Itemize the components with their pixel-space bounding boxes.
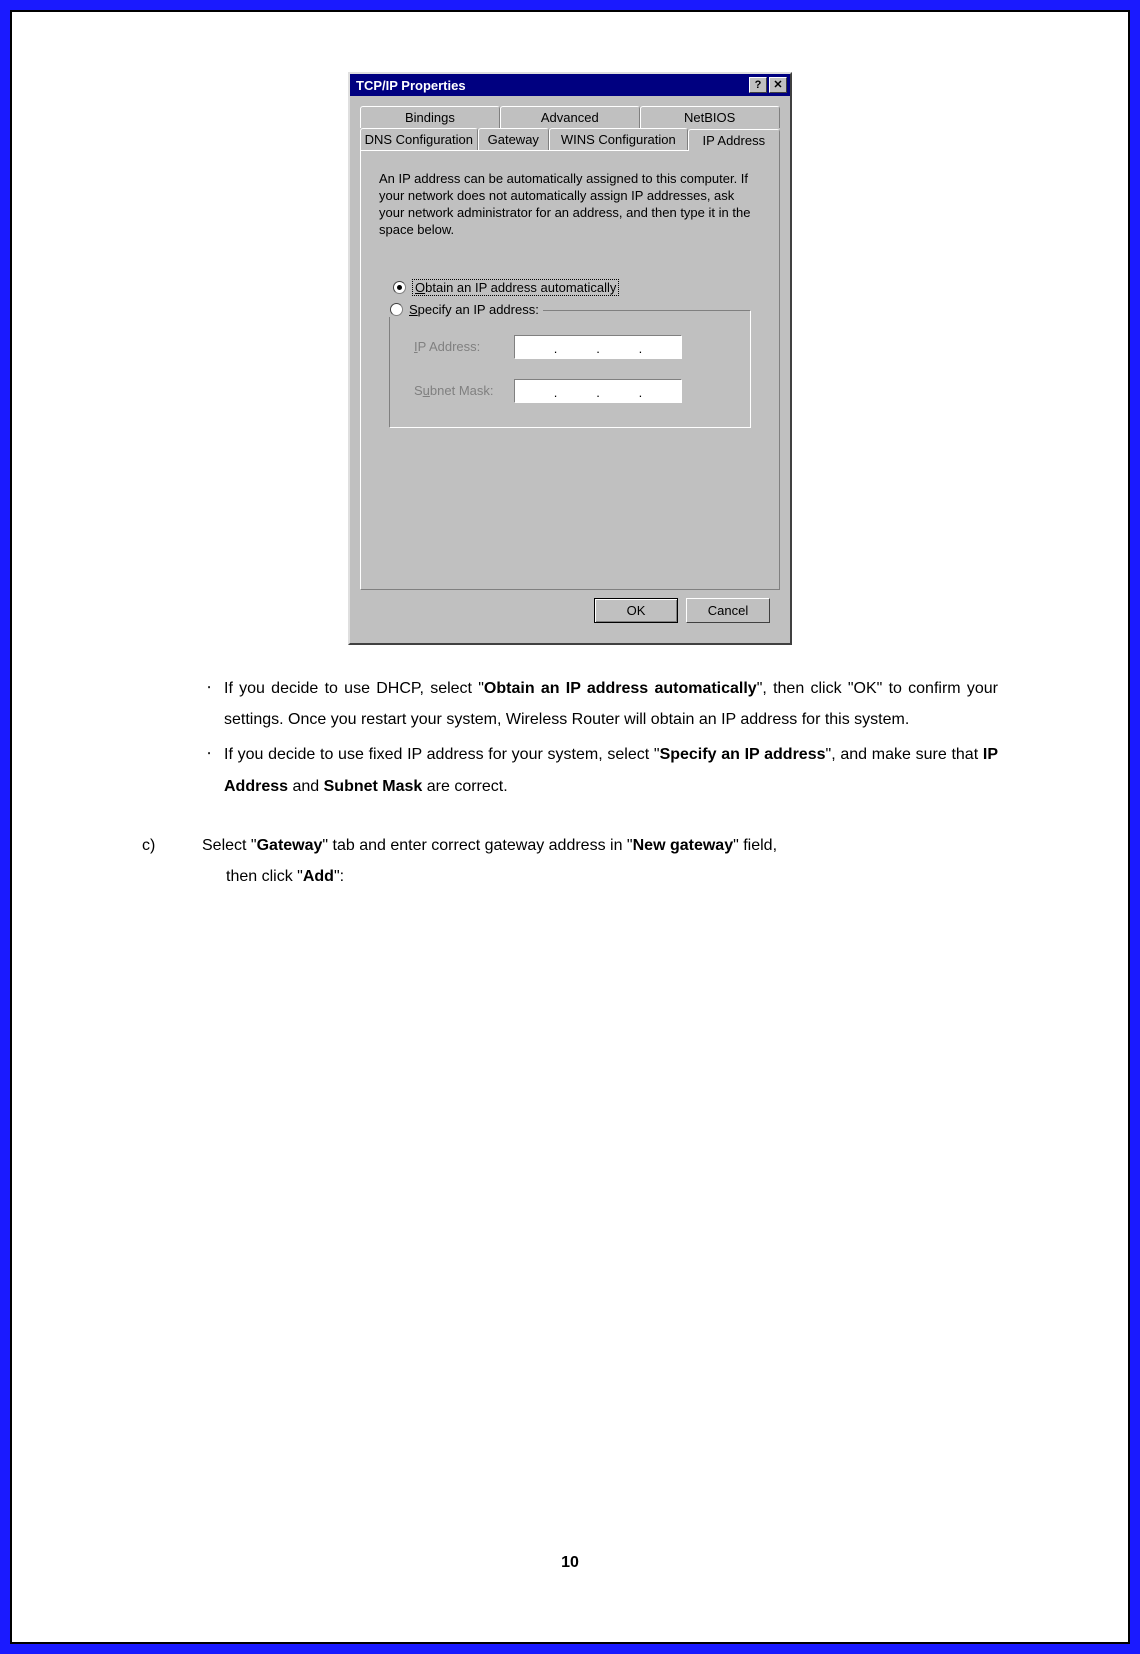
radio-obtain-row[interactable]: Obtain an IP address automatically bbox=[393, 279, 761, 296]
bullet-dhcp: ‧ If you decide to use DHCP, select "Obt… bbox=[194, 673, 998, 735]
tab-gateway[interactable]: Gateway bbox=[478, 128, 549, 150]
bullet-dot-icon: ‧ bbox=[194, 673, 224, 735]
step-c: c) Select "Gateway" tab and enter correc… bbox=[142, 830, 998, 892]
doc-text: ‧ If you decide to use DHCP, select "Obt… bbox=[142, 673, 998, 892]
bold-obtain: Obtain an IP address automatically bbox=[484, 680, 757, 697]
cancel-button[interactable]: Cancel bbox=[686, 598, 770, 623]
ip-address-input[interactable]: . . . bbox=[514, 335, 682, 359]
ip-address-label: IP Address: bbox=[414, 339, 514, 354]
radio-specify-label: Specify an IP address: bbox=[409, 302, 539, 317]
tab-wins[interactable]: WINS Configuration bbox=[549, 128, 688, 150]
subnet-mask-input[interactable]: . . . bbox=[514, 379, 682, 403]
inner-frame: TCP/IP Properties ? ✕ Bindings Advanced … bbox=[10, 10, 1130, 1644]
radio-dot-icon bbox=[397, 285, 402, 290]
page-frame: TCP/IP Properties ? ✕ Bindings Advanced … bbox=[0, 0, 1140, 1654]
bullet-fixed: ‧ If you decide to use fixed IP address … bbox=[194, 739, 998, 801]
close-button[interactable]: ✕ bbox=[769, 77, 787, 93]
tab-ipaddress[interactable]: IP Address bbox=[688, 129, 780, 151]
dialog-wrap: TCP/IP Properties ? ✕ Bindings Advanced … bbox=[142, 72, 998, 645]
tabs-row-1: Bindings Advanced NetBIOS bbox=[360, 106, 780, 128]
tab-bindings[interactable]: Bindings bbox=[360, 106, 500, 128]
subnet-mask-label: Subnet Mask: bbox=[414, 383, 514, 398]
tab-netbios[interactable]: NetBIOS bbox=[640, 106, 780, 128]
page-content: TCP/IP Properties ? ✕ Bindings Advanced … bbox=[12, 12, 1128, 1642]
radio-obtain-label: Obtain an IP address automatically bbox=[412, 279, 619, 296]
dialog-body: Bindings Advanced NetBIOS DNS Configurat… bbox=[350, 96, 790, 643]
tabs-row-2: DNS Configuration Gateway WINS Configura… bbox=[360, 128, 780, 150]
step-letter: c) bbox=[142, 830, 202, 892]
info-text: An IP address can be automatically assig… bbox=[379, 171, 761, 239]
titlebar: TCP/IP Properties ? ✕ bbox=[350, 74, 790, 96]
tab-dns[interactable]: DNS Configuration bbox=[360, 128, 478, 150]
titlebar-buttons: ? ✕ bbox=[749, 77, 787, 93]
dialog-buttons: OK Cancel bbox=[360, 590, 780, 633]
dialog-title: TCP/IP Properties bbox=[356, 78, 466, 93]
radio-specify[interactable] bbox=[390, 303, 403, 316]
ok-button[interactable]: OK bbox=[594, 598, 678, 623]
tab-panel: An IP address can be automatically assig… bbox=[360, 150, 780, 590]
radio-obtain[interactable] bbox=[393, 281, 406, 294]
tab-advanced[interactable]: Advanced bbox=[500, 106, 640, 128]
bold-gateway: Gateway bbox=[257, 837, 323, 854]
page-number: 10 bbox=[12, 1554, 1128, 1572]
bold-add: Add bbox=[303, 868, 334, 885]
bullet-dot-icon: ‧ bbox=[194, 739, 224, 801]
bold-newgateway: New gateway bbox=[633, 837, 733, 854]
bold-specify: Specify an IP address bbox=[660, 746, 826, 763]
tcpip-dialog: TCP/IP Properties ? ✕ Bindings Advanced … bbox=[348, 72, 792, 645]
help-button[interactable]: ? bbox=[749, 77, 767, 93]
radio-specify-row[interactable]: Specify an IP address: bbox=[386, 302, 543, 317]
ip-address-row: IP Address: . . . bbox=[414, 335, 732, 359]
subnet-mask-row: Subnet Mask: . . . bbox=[414, 379, 732, 403]
bold-subnet: Subnet Mask bbox=[324, 778, 423, 795]
specify-fieldset: Specify an IP address: IP Address: . . . bbox=[389, 310, 751, 428]
